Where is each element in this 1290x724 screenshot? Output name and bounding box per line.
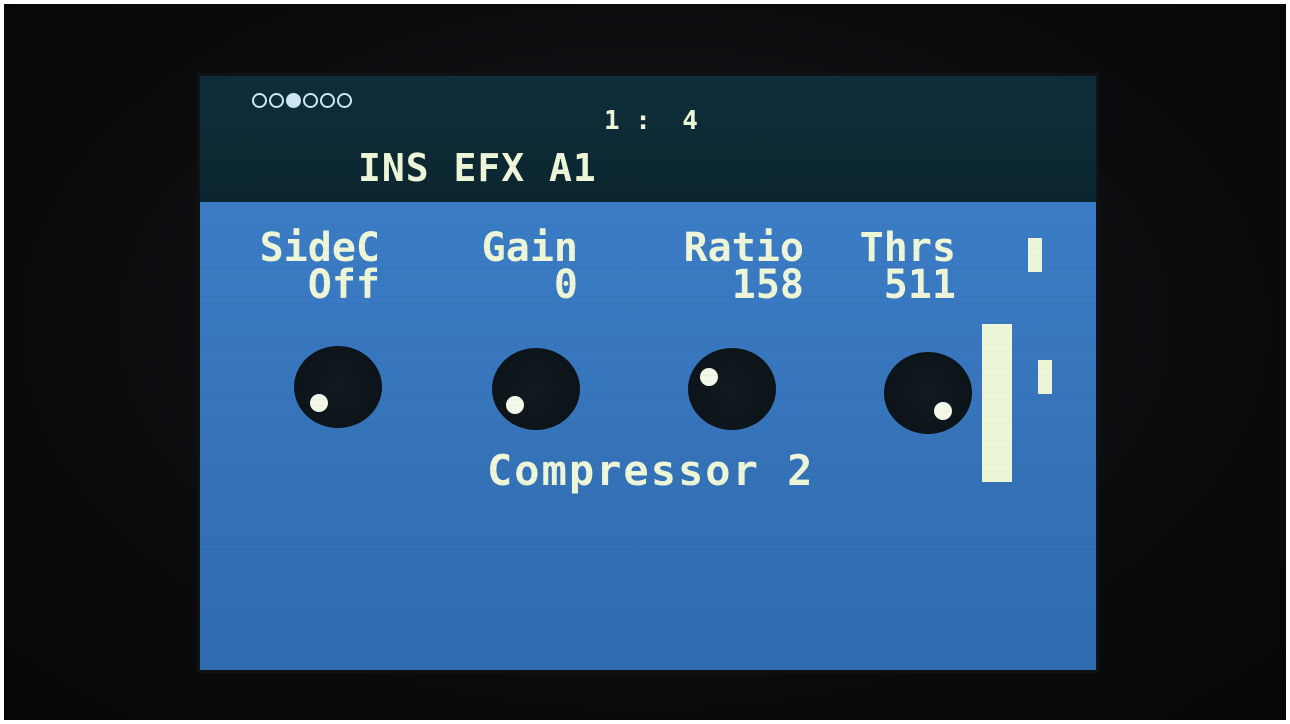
position-readout: 1 : 4 — [604, 106, 698, 136]
device-bezel: 1 : 4 INS EFX A1 SideC Off Gain 0 Ratio … — [4, 4, 1286, 720]
param-gain: Gain 0 — [442, 228, 578, 308]
param-ratio: Ratio 158 — [632, 228, 804, 308]
page-dot-active-icon — [286, 93, 301, 108]
knob-indicator-icon — [310, 394, 328, 412]
page-dot-icon — [269, 93, 284, 108]
page-dot-icon — [252, 93, 267, 108]
knob-sidec[interactable] — [294, 346, 382, 428]
lcd-screen: 1 : 4 INS EFX A1 SideC Off Gain 0 Ratio … — [200, 76, 1096, 670]
param-thrs: Thrs 511 — [826, 228, 956, 308]
page-title: INS EFX A1 — [358, 146, 597, 190]
scroll-position-icon — [1038, 360, 1052, 394]
param-value: 0 — [553, 262, 578, 308]
knob-gain[interactable] — [492, 348, 580, 430]
knob-indicator-icon — [934, 402, 952, 420]
effect-name: Compressor 2 — [487, 446, 815, 495]
page-dot-icon — [337, 93, 352, 108]
param-value: Off — [307, 262, 380, 308]
level-meter-icon — [982, 324, 1012, 482]
param-value: 511 — [883, 262, 956, 308]
page-dot-icon — [303, 93, 318, 108]
param-value: 158 — [731, 262, 804, 308]
knob-ratio[interactable] — [688, 348, 776, 430]
param-sidec: SideC Off — [256, 228, 380, 308]
knob-thrs[interactable] — [884, 352, 972, 434]
knob-indicator-icon — [506, 396, 524, 414]
page-indicator — [252, 93, 352, 108]
knob-indicator-icon — [700, 368, 718, 386]
screen-header: 1 : 4 INS EFX A1 — [200, 76, 1096, 202]
page-dot-icon — [320, 93, 335, 108]
scroll-bar-icon — [1028, 238, 1042, 272]
